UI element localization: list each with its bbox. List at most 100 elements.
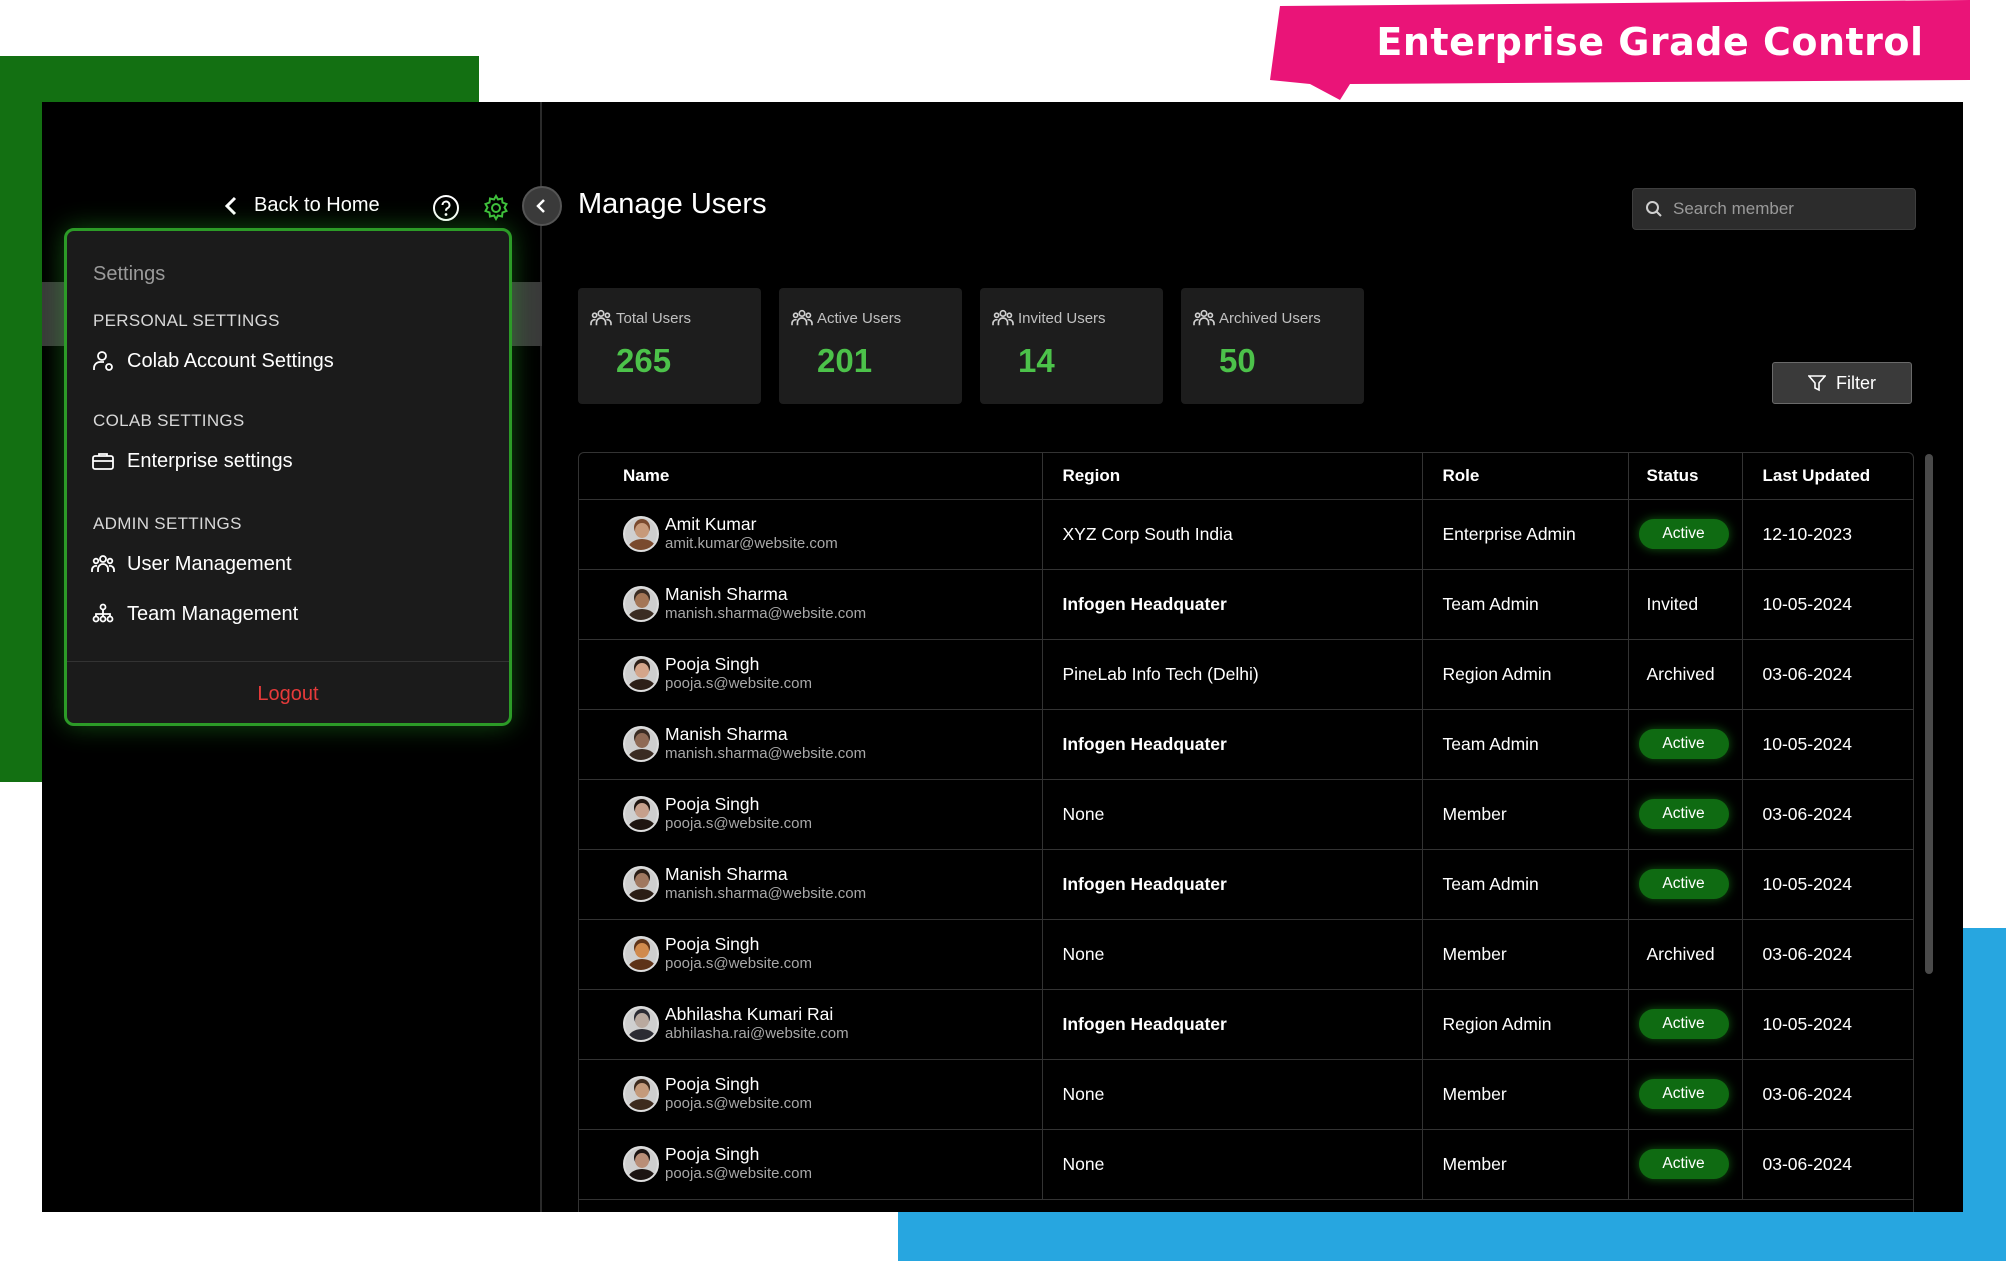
- search-box[interactable]: [1632, 188, 1916, 230]
- user-email: pooja.s@website.com: [665, 1095, 812, 1112]
- logout-button[interactable]: Logout: [67, 683, 509, 706]
- user-name: Pooja Singh: [665, 654, 760, 674]
- cell-last-updated: 03-06-2024: [1742, 779, 1913, 850]
- stat-card-archived-users: Archived Users 50: [1181, 288, 1364, 404]
- user-cell: Pooja Singh pooja.s@website.com: [623, 654, 1042, 694]
- cell-region: Infogen Headquater: [1042, 989, 1423, 1060]
- user-email: amit.kumar@website.com: [665, 535, 838, 552]
- column-header-status[interactable]: Status: [1628, 453, 1743, 500]
- table-row[interactable]: Manish Sharma manish.sharma@website.com In…: [579, 849, 1913, 920]
- avatar: [623, 936, 659, 972]
- user-cell: Manish Sharma manish.sharma@website.com: [623, 584, 1042, 624]
- table-row[interactable]: Pooja Singh pooja.s@website.com PineLab In…: [579, 639, 1913, 710]
- personal-settings-heading: PERSONAL SETTINGS: [93, 311, 280, 330]
- cell-region: None: [1042, 1059, 1423, 1130]
- back-to-home-label: Back to Home: [254, 194, 380, 216]
- back-to-home-link[interactable]: Back to Home: [222, 194, 380, 217]
- menu-item-label: User Management: [127, 552, 292, 575]
- user-name: Abhilasha Kumari Rai: [665, 1004, 834, 1024]
- table-row[interactable]: Manish Sharma manish.sharma@website.com In…: [579, 569, 1913, 640]
- cell-status: Active: [1628, 709, 1743, 780]
- table-scrollbar[interactable]: [1925, 454, 1933, 974]
- menu-item-colab-account-settings[interactable]: Colab Account Settings: [91, 341, 334, 381]
- user-cell: Manish Sharma manish.sharma@website.com: [623, 724, 1042, 764]
- user-name: Manish Sharma: [665, 724, 788, 744]
- stat-card-invited-users: Invited Users 14: [980, 288, 1163, 404]
- cell-last-updated: 10-05-2024: [1742, 709, 1913, 780]
- table-row[interactable]: Amit Kumar amit.kumar@website.com XYZ Corp…: [579, 499, 1913, 570]
- cell-role: Member: [1422, 1059, 1629, 1130]
- cell-region: None: [1042, 1129, 1423, 1200]
- menu-item-team-management[interactable]: Team Management: [91, 594, 298, 634]
- column-header-last-updated[interactable]: Last Updated: [1742, 453, 1913, 500]
- cell-last-updated: 03-06-2024: [1742, 639, 1913, 710]
- menu-item-label: Colab Account Settings: [127, 349, 334, 372]
- cell-status: Active: [1628, 1059, 1743, 1130]
- cell-name: Manish Sharma manish.sharma@website.com: [579, 849, 1043, 920]
- cell-status: Archived: [1628, 639, 1743, 710]
- user-email: pooja.s@website.com: [665, 1165, 812, 1182]
- cell-region: Infogen Headquater: [1042, 709, 1423, 780]
- table-row[interactable]: Pooja Singh pooja.s@website.com None Member…: [579, 1129, 1913, 1200]
- cell-last-updated: 03-06-2024: [1742, 1129, 1913, 1200]
- cell-name: Pooja Singh pooja.s@website.com: [579, 1129, 1043, 1200]
- table-row[interactable]: Abhilasha Kumari Rai abhilasha.rai@websit…: [579, 989, 1913, 1060]
- avatar: [623, 726, 659, 762]
- user-cell: Pooja Singh pooja.s@website.com: [623, 934, 1042, 974]
- user-name: Manish Sharma: [665, 864, 788, 884]
- cell-status: Invited: [1628, 569, 1743, 640]
- table-row[interactable]: Pooja Singh pooja.s@website.com None Member…: [579, 1059, 1913, 1130]
- table-row[interactable]: Manish Sharma manish.sharma@website.com In…: [579, 709, 1913, 780]
- cell-status: Active: [1628, 849, 1743, 920]
- user-cell: Manish Sharma manish.sharma@website.com: [623, 864, 1042, 904]
- status-badge: Active: [1638, 1149, 1729, 1179]
- menu-divider: [67, 661, 509, 662]
- cell-region: None: [1042, 919, 1423, 990]
- user-email: manish.sharma@website.com: [665, 885, 867, 902]
- status-badge: Active: [1638, 799, 1729, 829]
- menu-item-label: Enterprise settings: [127, 449, 293, 472]
- avatar: [623, 1146, 659, 1182]
- search-input[interactable]: [1673, 199, 1903, 219]
- status-badge: Active: [1638, 1079, 1729, 1109]
- stat-label: Total Users: [616, 310, 692, 327]
- cell-role: Region Admin: [1422, 639, 1629, 710]
- user-cell: Pooja Singh pooja.s@website.com: [623, 1074, 1042, 1114]
- help-icon[interactable]: [432, 194, 460, 222]
- table-header-row: Name Region Role Status Last Updated: [579, 453, 1913, 500]
- cell-last-updated: 03-06-2024: [1742, 919, 1913, 990]
- filter-button[interactable]: Filter: [1772, 362, 1912, 404]
- users-table: Name Region Role Status Last Updated Ami…: [578, 452, 1914, 1212]
- stat-label: Invited Users: [1018, 310, 1106, 327]
- cell-last-updated: 03-06-2024: [1742, 1059, 1913, 1130]
- stats-row: Total Users 265 Active Users 201 Invited…: [578, 288, 1364, 404]
- gear-icon[interactable]: [482, 194, 510, 222]
- page-title: Manage Users: [578, 188, 767, 220]
- user-name: Amit Kumar: [665, 514, 757, 534]
- cell-name: Amit Kumar amit.kumar@website.com: [579, 499, 1043, 570]
- menu-item-user-management[interactable]: User Management: [91, 544, 292, 584]
- user-cell: Abhilasha Kumari Rai abhilasha.rai@websit…: [623, 1004, 1042, 1044]
- user-name: Pooja Singh: [665, 794, 760, 814]
- search-icon: [1646, 201, 1662, 217]
- cell-name: Pooja Singh pooja.s@website.com: [579, 1059, 1043, 1130]
- banner-text: Enterprise Grade Control: [1376, 20, 1924, 64]
- user-icon: [93, 351, 113, 371]
- user-name: Pooja Singh: [665, 1144, 760, 1164]
- filter-icon: [1808, 375, 1826, 392]
- users-group-icon: [590, 309, 612, 326]
- cell-role: Enterprise Admin: [1422, 499, 1629, 570]
- user-cell: Pooja Singh pooja.s@website.com: [623, 794, 1042, 834]
- chevron-left-icon: [536, 199, 545, 213]
- column-header-region[interactable]: Region: [1042, 453, 1423, 500]
- table-row[interactable]: Pooja Singh pooja.s@website.com None Member…: [579, 919, 1913, 990]
- column-header-role[interactable]: Role: [1422, 453, 1629, 500]
- cell-last-updated: 10-05-2024: [1742, 849, 1913, 920]
- cell-role: Team Admin: [1422, 569, 1629, 640]
- table-row[interactable]: Pooja Singh pooja.s@website.com None Member…: [579, 779, 1913, 850]
- user-email: pooja.s@website.com: [665, 955, 812, 972]
- menu-item-enterprise-settings[interactable]: Enterprise settings: [91, 441, 293, 481]
- column-header-name[interactable]: Name: [579, 453, 1043, 500]
- collapse-sidebar-button[interactable]: [522, 186, 562, 226]
- stat-value: 50: [1219, 342, 1256, 379]
